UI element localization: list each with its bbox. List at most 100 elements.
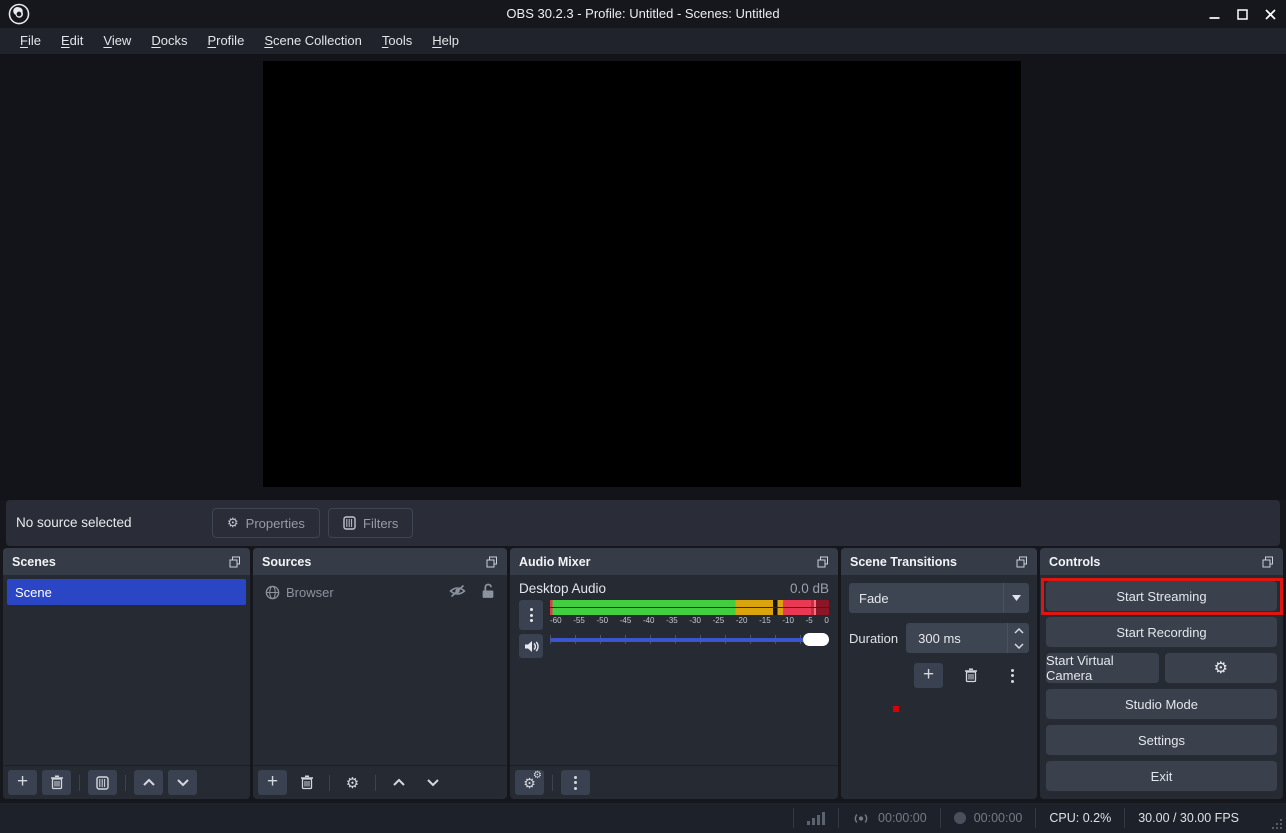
plus-icon: +: [267, 772, 278, 791]
mixer-channel: Desktop Audio 0.0 dB: [510, 575, 838, 766]
add-source-button[interactable]: +: [258, 770, 287, 795]
resize-grip[interactable]: [1272, 819, 1283, 830]
plus-icon: +: [923, 665, 934, 684]
controls-panel-header[interactable]: Controls: [1040, 548, 1283, 575]
channel-menu-button[interactable]: [519, 600, 543, 630]
menu-help[interactable]: Help: [422, 28, 469, 54]
preview-canvas[interactable]: [263, 61, 1021, 487]
source-properties-button[interactable]: ⚙: [338, 770, 367, 795]
dock-float-icon: [817, 556, 829, 568]
settings-button[interactable]: Settings: [1046, 725, 1277, 755]
transition-menu-button[interactable]: [998, 663, 1027, 688]
toolbar-separator: [375, 775, 376, 791]
menu-docks[interactable]: Docks: [141, 28, 197, 54]
close-button[interactable]: [1256, 0, 1284, 28]
cpu-usage: CPU: 0.2%: [1035, 808, 1124, 828]
title-bar: OBS 30.2.3 - Profile: Untitled - Scenes:…: [0, 0, 1286, 28]
controls-panel: Controls Start Streaming Start Recording…: [1040, 548, 1283, 799]
duration-decrease-button[interactable]: [1008, 638, 1029, 653]
fps-counter: 30.00 / 30.00 FPS: [1124, 808, 1252, 828]
scene-filters-button[interactable]: [88, 770, 117, 795]
preview-area: [0, 54, 1286, 500]
add-transition-button[interactable]: +: [914, 663, 943, 688]
properties-button[interactable]: ⚙ Properties: [212, 508, 320, 538]
globe-icon: [265, 585, 280, 600]
sources-panel: Sources Browser: [253, 548, 507, 799]
source-move-down-button[interactable]: [418, 770, 447, 795]
scene-transitions-panel-header[interactable]: Scene Transitions: [841, 548, 1037, 575]
filters-button[interactable]: Filters: [328, 508, 413, 538]
scene-list-item[interactable]: Scene: [7, 579, 246, 605]
status-bar: 00:00:00 00:00:00 CPU: 0.2% 30.00 / 30.0…: [0, 803, 1286, 833]
record-timer: 00:00:00: [940, 808, 1036, 828]
toolbar-separator: [79, 775, 80, 791]
dock-float-icon: [1262, 556, 1274, 568]
chevron-down-icon: [1012, 595, 1021, 601]
audio-source-name: Desktop Audio: [519, 581, 606, 596]
toolbar-separator: [552, 775, 553, 791]
mixer-menu-button[interactable]: [561, 770, 590, 795]
source-list-item[interactable]: Browser: [257, 579, 503, 605]
visibility-toggle[interactable]: [448, 584, 467, 601]
source-move-up-button[interactable]: [384, 770, 413, 795]
mixer-toolbar: ⚙⚙: [510, 766, 838, 799]
combo-dropdown-button[interactable]: [1003, 583, 1029, 613]
remove-source-button[interactable]: [292, 770, 321, 795]
kebab-menu-icon: [1011, 669, 1014, 683]
plus-icon: +: [17, 772, 28, 791]
broadcast-icon: [852, 812, 870, 825]
chevron-down-icon: [176, 778, 190, 787]
transition-select[interactable]: Fade: [849, 583, 1029, 613]
chevron-up-icon: [392, 778, 406, 787]
studio-mode-button[interactable]: Studio Mode: [1046, 689, 1277, 719]
scenes-toolbar: +: [3, 766, 250, 799]
menu-edit[interactable]: Edit: [51, 28, 93, 54]
start-recording-button[interactable]: Start Recording: [1046, 617, 1277, 647]
volume-meter-left: [550, 600, 829, 607]
scenes-panel-header[interactable]: Scenes: [3, 548, 250, 575]
toolbar-separator: [125, 775, 126, 791]
add-scene-button[interactable]: +: [8, 770, 37, 795]
stream-timer: 00:00:00: [838, 808, 940, 828]
virtual-camera-config-button[interactable]: ⚙: [1165, 653, 1278, 683]
slider-handle[interactable]: [803, 633, 829, 646]
scene-move-up-button[interactable]: [134, 770, 163, 795]
dock-float-icon: [1016, 556, 1028, 568]
menu-file[interactable]: File: [10, 28, 51, 54]
start-virtual-camera-button[interactable]: Start Virtual Camera: [1046, 653, 1159, 683]
menu-profile[interactable]: Profile: [197, 28, 254, 54]
double-gear-icon: ⚙⚙: [523, 776, 536, 790]
maximize-icon: [1237, 9, 1248, 20]
menu-tools[interactable]: Tools: [372, 28, 422, 54]
trash-icon: [964, 668, 978, 683]
maximize-button[interactable]: [1228, 0, 1256, 28]
mute-button[interactable]: [519, 634, 543, 658]
remove-scene-button[interactable]: [42, 770, 71, 795]
kebab-menu-icon: [574, 776, 577, 790]
audio-mixer-panel-header[interactable]: Audio Mixer: [510, 548, 838, 575]
trash-icon: [300, 775, 314, 790]
stream-time-value: 00:00:00: [878, 811, 927, 825]
slider-track[interactable]: [550, 638, 829, 642]
eye-slash-icon: [448, 584, 467, 598]
lock-toggle[interactable]: [481, 583, 495, 602]
advanced-audio-button[interactable]: ⚙⚙: [515, 770, 544, 795]
dock-float-icon: [229, 556, 241, 568]
scene-move-down-button[interactable]: [168, 770, 197, 795]
exit-button[interactable]: Exit: [1046, 761, 1277, 791]
volume-slider[interactable]: [550, 631, 829, 647]
minimize-button[interactable]: [1200, 0, 1228, 28]
window-title: OBS 30.2.3 - Profile: Untitled - Scenes:…: [0, 0, 1286, 28]
meter-scale: -60-55-50-45-40-35-30-25-20-15-10-50: [550, 616, 829, 625]
menu-view[interactable]: View: [93, 28, 141, 54]
transition-selected-value: Fade: [849, 591, 889, 606]
menu-scene-collection[interactable]: Scene Collection: [254, 28, 372, 54]
no-source-selected-label: No source selected: [16, 500, 132, 546]
sources-panel-header[interactable]: Sources: [253, 548, 507, 575]
remove-transition-button[interactable]: [956, 663, 985, 688]
start-streaming-button[interactable]: Start Streaming: [1046, 581, 1277, 611]
source-list: Browser: [253, 575, 507, 766]
duration-spinbox[interactable]: 300 ms: [906, 623, 1029, 653]
duration-increase-button[interactable]: [1008, 623, 1029, 638]
record-time-value: 00:00:00: [974, 811, 1023, 825]
